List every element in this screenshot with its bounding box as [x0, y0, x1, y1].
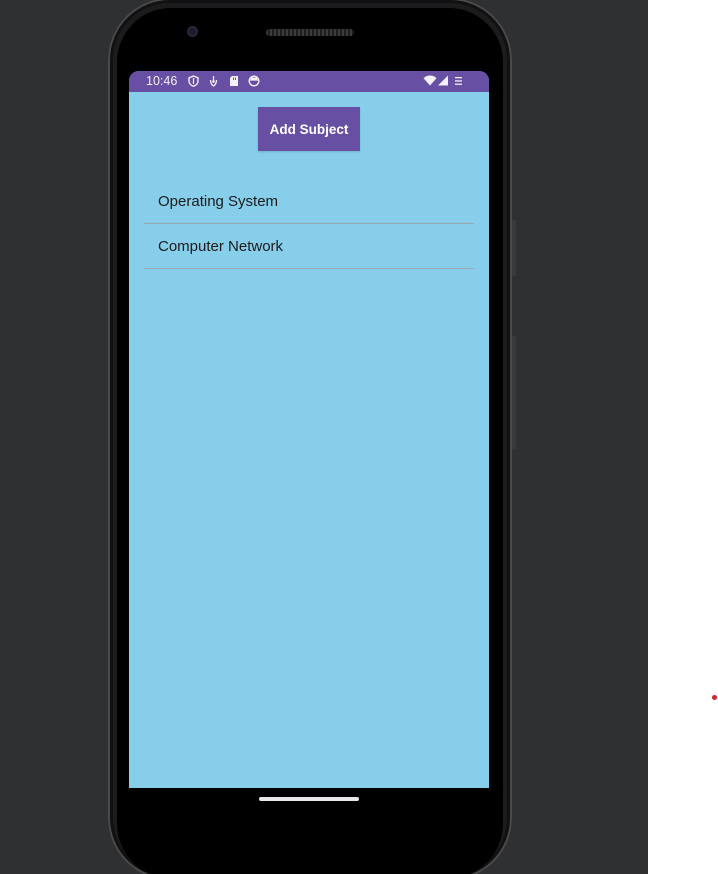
sync-icon — [248, 75, 260, 87]
list-item[interactable]: Operating System — [144, 180, 474, 224]
volume-button[interactable] — [512, 336, 516, 450]
earpiece-speaker — [266, 29, 354, 36]
signal-icon — [438, 75, 448, 86]
status-time: 10:46 — [146, 74, 178, 88]
battery-icon — [455, 77, 462, 85]
subject-list: Operating System Computer Network — [144, 180, 474, 269]
gesture-nav-handle[interactable] — [259, 797, 359, 801]
status-bar: 10:46 — [129, 71, 489, 92]
sd-card-icon — [230, 76, 238, 86]
list-item[interactable]: Computer Network — [144, 224, 474, 269]
emulator-window: 10:46 Add Subject Operating System Compu… — [0, 0, 718, 874]
power-button[interactable] — [512, 220, 516, 276]
wifi-icon — [423, 75, 437, 86]
app-screen: 10:46 Add Subject Operating System Compu… — [129, 71, 489, 788]
location-icon — [209, 76, 218, 87]
indicator-dot — [712, 695, 717, 700]
list-item-label: Computer Network — [158, 237, 284, 255]
list-item-label: Operating System — [158, 193, 279, 210]
shield-icon — [188, 75, 199, 87]
front-camera-icon — [187, 26, 198, 37]
add-subject-button[interactable]: Add Subject — [258, 107, 360, 151]
